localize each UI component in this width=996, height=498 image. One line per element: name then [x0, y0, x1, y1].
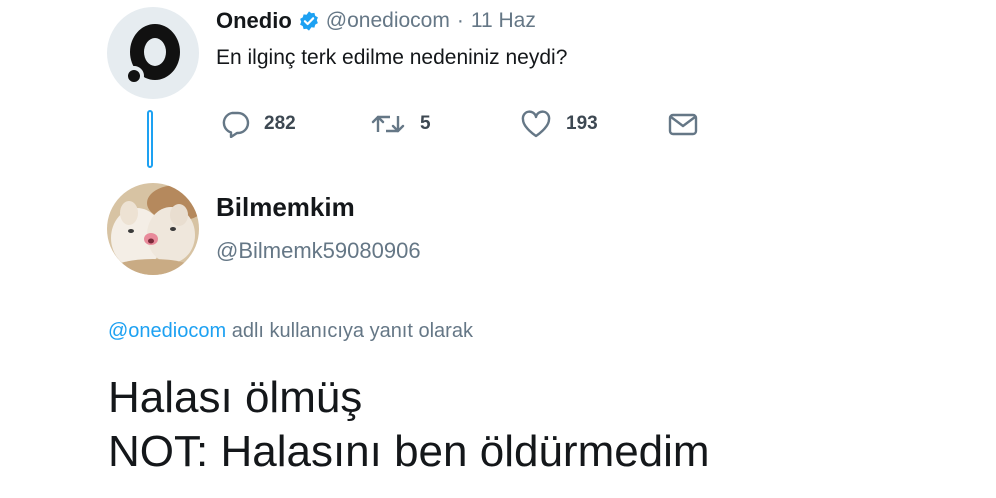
reply-context-text: adlı kullanıcıya yanıt olarak — [226, 320, 473, 342]
retweet-count: 5 — [420, 113, 431, 134]
reply-text-line-1: Halası ölmüş — [108, 373, 363, 422]
onedio-logo-icon — [122, 22, 184, 86]
thread-connector-line — [147, 110, 153, 168]
reply-button[interactable]: 282 — [220, 110, 370, 138]
direct-message-button[interactable] — [668, 110, 698, 138]
onedio-avatar[interactable] — [107, 7, 199, 99]
verified-badge-icon — [298, 10, 320, 32]
reply-count: 282 — [264, 113, 296, 134]
cat-avatar-icon — [107, 183, 199, 275]
author-handle[interactable]: @onediocom — [326, 9, 450, 33]
original-tweet-header: Onedio @onediocom · 11 Haz — [216, 6, 536, 36]
tweet-thread: Onedio @onediocom · 11 Haz En ilginç ter… — [0, 0, 996, 498]
separator-dot: · — [456, 9, 464, 32]
original-tweet-text: En ilginç terk edilme nedeniniz neydi? — [216, 46, 568, 69]
envelope-icon — [668, 110, 698, 138]
tweet-date[interactable]: 11 Haz — [471, 9, 536, 33]
retweet-icon — [370, 110, 406, 138]
reply-text-line-2: NOT: Halasını ben öldürmedim — [108, 427, 710, 476]
reply-author-handle[interactable]: @Bilmemk59080906 — [216, 238, 421, 264]
reply-tweet-text: Halası ölmüş NOT: Halasını ben öldürmedi… — [108, 371, 710, 479]
user-avatar[interactable] — [107, 183, 199, 275]
reply-context: @onediocom adlı kullanıcıya yanıt olarak — [108, 320, 473, 343]
retweet-button[interactable]: 5 — [370, 110, 520, 138]
mention-link[interactable]: @onediocom — [108, 320, 226, 342]
reply-author-name[interactable]: Bilmemkim — [216, 192, 355, 223]
like-count: 193 — [566, 113, 598, 134]
like-button[interactable]: 193 — [520, 110, 668, 138]
tweet-actions-bar: 282 5 193 — [220, 108, 698, 140]
reply-icon — [220, 110, 250, 138]
author-name[interactable]: Onedio — [216, 8, 292, 34]
heart-icon — [520, 110, 552, 138]
